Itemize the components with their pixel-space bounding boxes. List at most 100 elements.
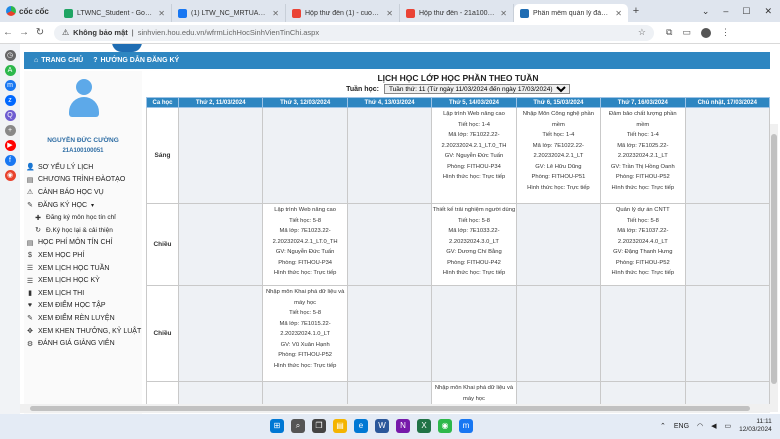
close-tab-icon[interactable]: ✕ [500, 9, 507, 18]
week-select[interactable]: Tuần thứ: 11 (Từ ngày 11/03/2024 đến ngà… [383, 84, 570, 94]
course-name: Nhập môn Khai phá dữ liệu và [434, 385, 514, 391]
tab-search-icon[interactable]: ⌄ [702, 6, 710, 17]
session-label: Sáng [146, 107, 179, 204]
menu-dots-icon[interactable]: ⋮ [721, 27, 730, 38]
maximize-button[interactable]: ☐ [742, 6, 750, 17]
nav-home-link[interactable]: ⌂ TRANG CHỦ [34, 57, 83, 64]
extensions-icon[interactable]: ⧉ [666, 27, 672, 38]
messenger-icon[interactable]: m [4, 80, 16, 91]
student-id: 21A100100051 [62, 148, 104, 154]
close-tab-icon[interactable]: ✕ [615, 9, 622, 18]
sidebar-menu-label: CẢNH BÁO HỌC VỤ [38, 188, 104, 196]
close-tab-icon[interactable]: ✕ [158, 9, 165, 18]
browser-brand[interactable]: cốc cốc [0, 6, 58, 16]
sidebar-menu-item[interactable]: 👤 SƠ YẾU LÝ LỊCH [24, 161, 142, 174]
sidebar-menu-item[interactable]: ⚠ CẢNH BÁO HỌC VỤ [24, 186, 142, 199]
sidebar-menu-item[interactable]: ▤ CHƯƠNG TRÌNH ĐÀOTẠO [24, 174, 142, 187]
chevron-up-icon[interactable]: ⌃ [660, 422, 666, 430]
edge-icon[interactable]: e [354, 419, 368, 433]
shopping-icon[interactable]: ◉ [4, 170, 16, 181]
sidebar-toggle-icon[interactable]: ▭ [682, 27, 691, 38]
insecure-label: Không bảo mật [73, 28, 128, 37]
browser-tab[interactable]: Hộp thư đến (1) - cuong2k3api... ✕ [286, 4, 400, 22]
browser-tab[interactable]: Hộp thư đến - 21a100100051... ✕ [400, 4, 514, 22]
youtube-icon[interactable]: ▶ [4, 140, 16, 151]
ai-icon[interactable]: A [4, 65, 16, 76]
back-arrow-icon[interactable]: ← [0, 27, 16, 38]
course-detail: Mã lớp: 7E1025.22- [617, 142, 669, 149]
coccoc-taskbar-icon[interactable]: ◉ [438, 419, 452, 433]
vertical-scrollbar[interactable] [770, 124, 778, 412]
volume-icon[interactable]: ◀ [711, 422, 716, 430]
course-detail: 2.20232024.4.0_LT [617, 238, 668, 245]
language-indicator[interactable]: ENG [674, 423, 689, 430]
search-icon[interactable]: Q [4, 110, 16, 121]
clock[interactable]: 11:11 12/03/2024 [739, 418, 772, 434]
vertical-scroll-thumb[interactable] [771, 134, 777, 384]
empty-schedule-cell [177, 107, 264, 204]
wifi-icon[interactable]: ◠ [697, 422, 703, 430]
course-detail: mềm [636, 121, 650, 128]
class-session-cell: Quản lý dự án CNTT Tiết học: 5-8 Mã lớp: 7… [600, 203, 686, 286]
zalo-icon[interactable]: z [4, 95, 16, 106]
sidebar-menu-item[interactable]: ↻ Đ.Ký học lại & cải thiện [24, 224, 142, 237]
onenote-icon[interactable]: N [396, 419, 410, 433]
minimize-button[interactable]: – [723, 6, 728, 16]
close-tab-icon[interactable]: ✕ [272, 9, 279, 18]
forward-arrow-icon[interactable]: → [16, 27, 32, 38]
browser-tab-title: Hộp thư đến - 21a100100051... [419, 9, 496, 17]
add-icon[interactable]: + [4, 125, 16, 136]
excel-icon[interactable]: X [417, 419, 431, 433]
profile-avatar-icon[interactable] [700, 27, 711, 38]
sidebar-menu-item[interactable]: ✎ XEM ĐIỂM RÈN LUYỆN [24, 312, 142, 325]
close-tab-icon[interactable]: ✕ [386, 9, 393, 18]
browser-tab[interactable]: Phần mềm quản lý đào tạo ✕ [514, 4, 628, 22]
sidebar-menu-item[interactable]: ✎ ĐĂNG KÝ HỌC ▾ [24, 199, 142, 212]
student-name: NGUYỄN ĐỨC CƯỜNG [47, 137, 119, 144]
sidebar-menu-item[interactable]: ▤ HỌC PHÍ MÔN TÍN CHỈ [24, 237, 142, 250]
horizontal-scrollbar[interactable] [20, 404, 770, 413]
sidebar-menu-item[interactable]: ▮ XEM LỊCH THI [24, 287, 142, 300]
reload-icon[interactable]: ↻ [32, 27, 48, 38]
nav-guide-link[interactable]: ? HƯỚNG DẪN ĐĂNG KÝ [93, 57, 179, 64]
course-detail: GV: Trần Thị Hồng Oanh [610, 163, 675, 170]
sidebar-menu-item[interactable]: ☰ XEM LỊCH HỌC TUẦN [24, 262, 142, 275]
messenger-taskbar-icon[interactable]: m [459, 419, 473, 433]
new-tab-button[interactable]: + [628, 5, 644, 17]
week-label: Tuần học: [346, 86, 379, 93]
facebook-icon[interactable]: f [4, 155, 16, 166]
question-icon: ? [93, 57, 98, 64]
course-detail: Phòng: FITHOU-P52 [615, 259, 670, 266]
address-bar[interactable]: ⚠ Không bảo mật | sinhvien.hou.edu.vn/wf… [54, 24, 654, 41]
schedule-column-header: Thứ 4, 13/03/2024 [346, 97, 433, 108]
browser-tab[interactable]: (1) LTW_NC_MRTUAN_HKII_23... ✕ [172, 4, 286, 22]
search-icon[interactable]: ⌕ [291, 419, 305, 433]
horizontal-scroll-thumb[interactable] [30, 406, 750, 411]
browser-tab[interactable]: LTWNC_Student - Google Drive ✕ [58, 4, 172, 22]
sidebar-menu-item[interactable]: ☰ XEM LỊCH HỌC KỲ [24, 274, 142, 287]
history-icon[interactable]: ◷ [4, 50, 16, 61]
clock-time: 11:11 [756, 418, 772, 425]
course-detail: Hình thức học: Trực tiếp [273, 270, 337, 276]
file-explorer-icon[interactable]: ▤ [333, 419, 347, 433]
bookmark-star-icon[interactable]: ☆ [638, 27, 646, 38]
windows-start-icon[interactable]: ⊞ [270, 419, 284, 433]
sidebar-menu-item[interactable]: $ XEM HỌC PHÍ [24, 249, 142, 262]
sidebar-menu-label: Đăng ký môn học tín chỉ [46, 214, 116, 222]
sidebar-menu-item[interactable]: ⚙ ĐÁNH GIÁ GIẢNG VIÊN [24, 337, 142, 350]
battery-icon[interactable]: ▭ [725, 422, 732, 430]
course-detail: Mã lớp: 7E1015.22- [279, 320, 331, 327]
course-detail: Hình thức học: Trực tiếp [527, 184, 590, 191]
sidebar-menu-item[interactable]: ✥ XEM KHEN THƯỞNG, KỶ LUẬT [24, 325, 142, 338]
close-window-button[interactable]: ✕ [764, 6, 772, 17]
sidebar-menu-label: SƠ YẾU LÝ LỊCH [38, 163, 94, 171]
class-session-cell: Nhập Môn Công nghệ phần mềm Tiết học: 1-4 M… [515, 107, 602, 204]
course-name: Thiết kế trải nghiệm người dùng [432, 207, 516, 213]
task-view-icon[interactable]: ❐ [312, 419, 326, 433]
sidebar-menu-item[interactable]: ✚ Đăng ký môn học tín chỉ [24, 211, 142, 224]
sidebar-menu-item[interactable]: ♥ XEM ĐIỂM HỌC TẬP [24, 300, 142, 313]
course-detail: Hình thức học: Trực tiếp [273, 362, 337, 369]
schedule-column-header: Thứ 6, 15/03/2024 [515, 97, 602, 108]
course-detail: Phòng: FITHOU-P34 [447, 163, 501, 170]
word-icon[interactable]: W [375, 419, 389, 433]
